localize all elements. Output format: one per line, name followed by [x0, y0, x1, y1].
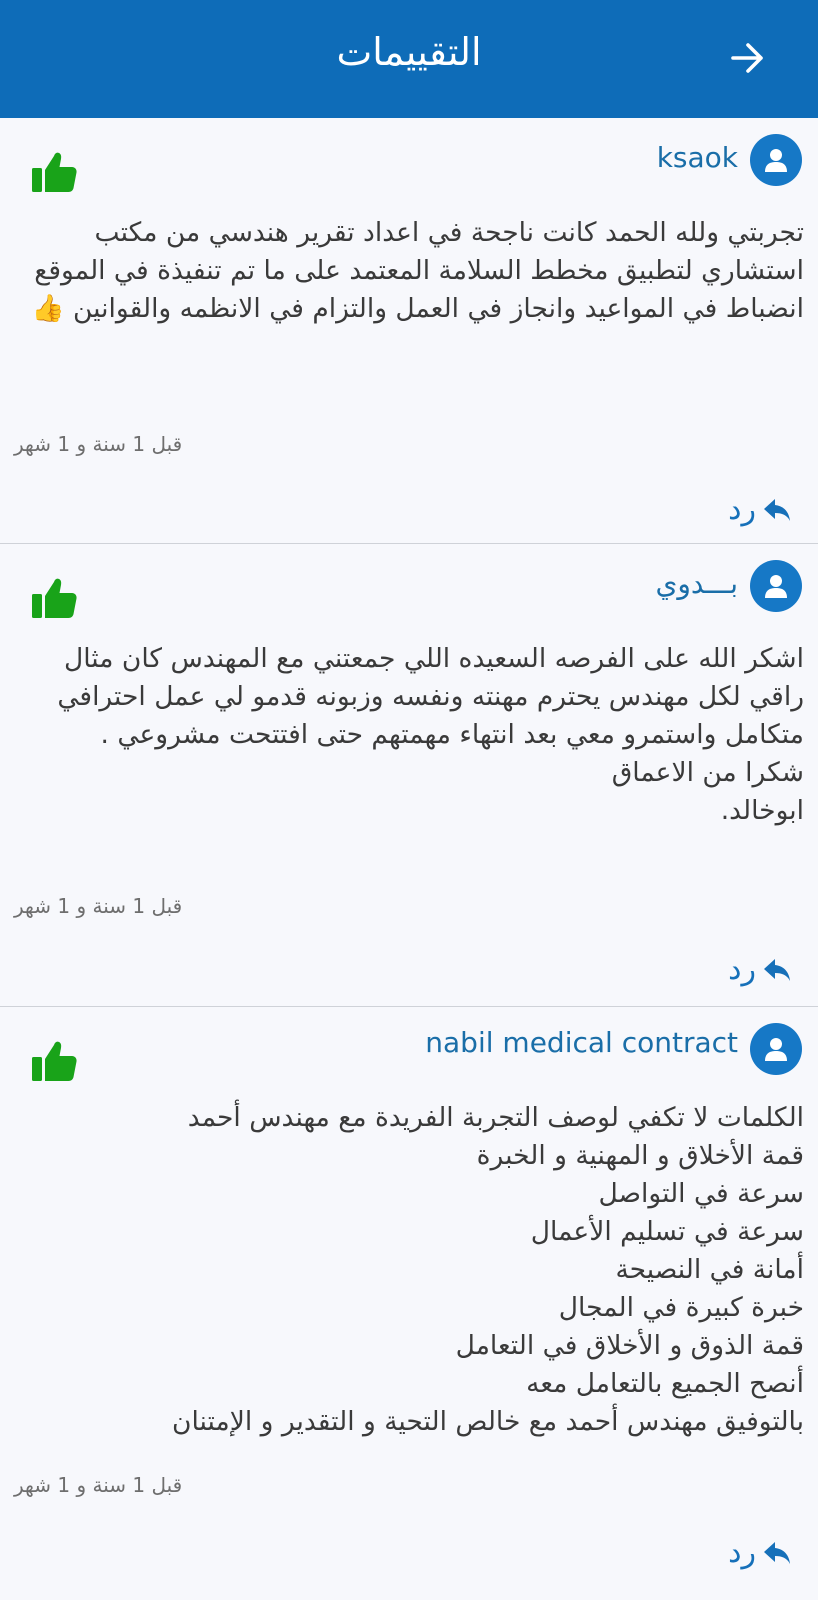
reply-button[interactable]: رد — [728, 952, 792, 988]
review-time: قبل 1 سنة و 1 شهر — [14, 1473, 183, 1497]
review-text: الكلمات لا تكفي لوصف التجربة الفريدة مع … — [171, 1102, 804, 1437]
reply-icon — [764, 499, 790, 521]
review-card: nabil medical contract الكلمات لا تكفي ل… — [0, 1007, 818, 1600]
arrow-right-icon — [731, 43, 763, 73]
thumbs-up-icon[interactable] — [30, 1037, 78, 1085]
review-card: ksaok تجربتي ولله الحمد كانت ناجحة في اع… — [0, 118, 818, 544]
review-card: بـــدوي اشكر الله على الفرصه السعيده الل… — [0, 544, 818, 1007]
page-title: التقييمات — [336, 30, 482, 74]
thumbs-up-icon[interactable] — [30, 574, 78, 622]
reply-button[interactable]: رد — [728, 492, 792, 528]
review-author[interactable]: ksaok — [657, 138, 738, 178]
reply-label: رد — [728, 492, 756, 527]
review-time: قبل 1 سنة و 1 شهر — [14, 432, 183, 456]
reply-icon — [764, 1542, 790, 1564]
reply-label: رد — [728, 952, 756, 987]
avatar[interactable] — [750, 134, 802, 186]
reply-label: رد — [728, 1535, 756, 1570]
review-text: اشكر الله على الفرصه السعيده اللي جمعتني… — [57, 643, 804, 826]
avatar[interactable] — [750, 1023, 802, 1075]
reply-icon — [764, 959, 790, 981]
review-time: قبل 1 سنة و 1 شهر — [14, 894, 183, 918]
user-icon — [765, 149, 787, 172]
thumbs-up-icon[interactable] — [30, 148, 78, 196]
app-bar: التقييمات — [0, 0, 818, 118]
user-icon — [765, 575, 787, 598]
back-button[interactable] — [720, 30, 776, 86]
review-author[interactable]: بـــدوي — [655, 564, 738, 604]
avatar[interactable] — [750, 560, 802, 612]
review-text: تجربتي ولله الحمد كانت ناجحة في اعداد تق… — [31, 217, 804, 324]
reply-button[interactable]: رد — [728, 1535, 792, 1571]
review-author[interactable]: nabil medical contract — [425, 1023, 738, 1063]
user-icon — [765, 1038, 787, 1061]
